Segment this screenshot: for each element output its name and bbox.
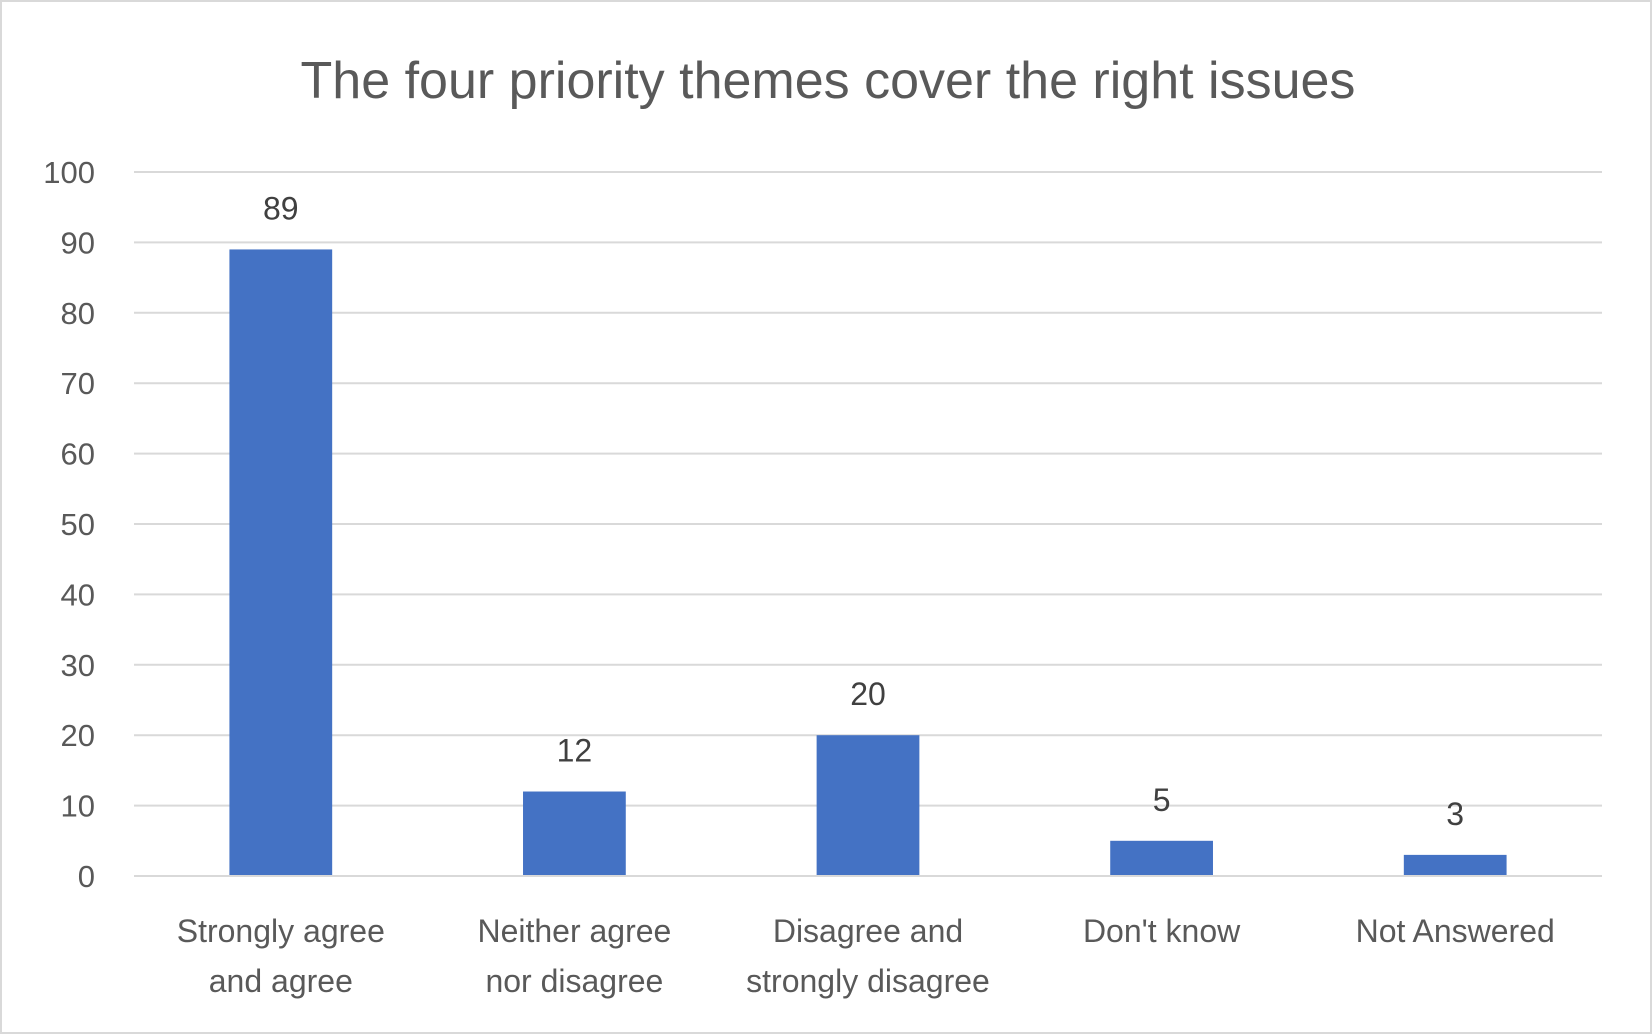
- x-category-label: Neither agree nor disagree: [477, 913, 671, 999]
- x-category-label-line: nor disagree: [485, 963, 663, 999]
- y-axis-ticks: 0 10 20 30 40 50 60 70 80 90 100: [43, 155, 95, 894]
- x-category-label-line: Not Answered: [1356, 913, 1555, 949]
- x-category-label: Not Answered: [1356, 913, 1555, 949]
- y-tick-label: 10: [61, 789, 95, 824]
- y-tick-label: 90: [61, 225, 95, 260]
- y-tick-label: 0: [78, 859, 95, 894]
- y-tick-label: 60: [61, 437, 95, 472]
- data-label: 89: [263, 190, 299, 226]
- x-category-label-line: Neither agree: [477, 913, 671, 949]
- bar: [816, 735, 920, 875]
- y-tick-label: 100: [43, 155, 95, 190]
- x-category-label-line: and agree: [209, 963, 353, 999]
- bar: [229, 249, 333, 875]
- y-tick-label: 80: [61, 296, 95, 331]
- chart-title: The four priority themes cover the right…: [301, 52, 1356, 110]
- y-tick-label: 20: [61, 718, 95, 753]
- data-label: 5: [1153, 782, 1171, 818]
- x-category-label-line: strongly disagree: [746, 963, 990, 999]
- y-tick-label: 40: [61, 577, 95, 612]
- data-label: 20: [850, 676, 886, 712]
- bars: [229, 249, 1507, 875]
- bar: [523, 791, 626, 875]
- y-tick-label: 70: [61, 366, 95, 401]
- y-tick-label: 50: [61, 507, 95, 542]
- bar: [1110, 840, 1213, 875]
- data-label: 3: [1446, 796, 1464, 832]
- x-axis-categories: Strongly agree and agree Neither agree nor …: [177, 913, 1555, 999]
- x-category-label-line: Disagree and: [773, 913, 963, 949]
- x-category-label: Don't know: [1083, 913, 1241, 949]
- y-tick-label: 30: [61, 648, 95, 683]
- x-category-label: Disagree and strongly disagree: [746, 913, 990, 999]
- chart-frame: The four priority themes cover the right…: [0, 0, 1652, 1034]
- x-category-label-line: Strongly agree: [177, 913, 385, 949]
- x-category-label-line: Don't know: [1083, 913, 1241, 949]
- data-label: 12: [557, 733, 593, 769]
- x-category-label: Strongly agree and agree: [177, 913, 385, 999]
- bar-chart: The four priority themes cover the right…: [43, 52, 1602, 999]
- bar: [1403, 854, 1507, 875]
